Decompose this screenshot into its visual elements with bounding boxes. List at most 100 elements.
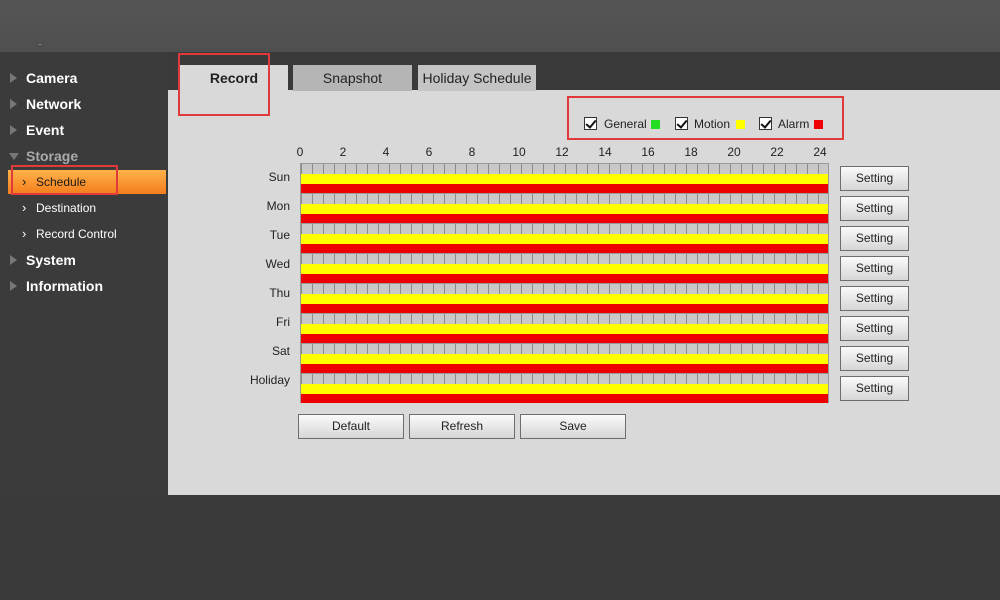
general-time-grid[interactable] [301,374,828,384]
tab-holiday-schedule[interactable]: Holiday Schedule [418,65,536,91]
day-label-fri: Fri [276,315,290,329]
schedule-row-tue[interactable] [300,223,829,253]
alarm-time-bar[interactable] [301,304,828,313]
motion-time-bar[interactable] [301,384,828,394]
hour-tick-label: 2 [339,145,347,159]
expand-arrow-icon [10,99,17,109]
motion-time-bar[interactable] [301,324,828,334]
hour-tick-label: 4 [382,145,390,159]
general-checkbox[interactable] [584,117,597,130]
schedule-row-holiday[interactable] [300,373,829,403]
sidebar-item-label: Information [26,278,103,294]
sidebar-item-storage[interactable]: Storage [0,144,166,168]
sidebar-item-system[interactable]: System [0,248,166,272]
schedule-row-sun[interactable] [300,163,829,193]
sidebar-subitem-destination[interactable]: › Destination [8,196,166,220]
setting-button-fri[interactable]: Setting [840,316,909,341]
alarm-time-bar[interactable] [301,184,828,193]
expand-arrow-icon [10,73,17,83]
refresh-button[interactable]: Refresh [409,414,515,439]
setting-button-tue[interactable]: Setting [840,226,909,251]
sidebar-item-information[interactable]: Information [0,274,166,298]
hour-tick-label: 20 [727,145,741,159]
alarm-time-bar[interactable] [301,364,828,373]
general-color-swatch [651,120,660,129]
sidebar-subitem-schedule[interactable]: › Schedule [8,170,166,194]
tab-snapshot[interactable]: Snapshot [293,65,412,91]
setting-button-sun[interactable]: Setting [840,166,909,191]
motion-time-bar[interactable] [301,294,828,304]
alarm-time-bar[interactable] [301,244,828,253]
hour-scale: 0 2 4 6 8 10 12 14 16 18 20 22 24 [290,145,850,159]
alarm-time-bar[interactable] [301,274,828,283]
expand-arrow-icon [10,281,17,291]
motion-time-bar[interactable] [301,354,828,364]
hour-tick-label: 12 [555,145,569,159]
motion-time-bar[interactable] [301,204,828,214]
motion-time-bar[interactable] [301,264,828,274]
alarm-time-bar[interactable] [301,394,828,403]
alarm-color-swatch [814,120,823,129]
hour-tick-label: 18 [684,145,698,159]
setting-button-wed[interactable]: Setting [840,256,909,281]
hour-tick-label: 14 [598,145,612,159]
hour-tick-label: 6 [425,145,433,159]
day-label-sat: Sat [271,344,290,358]
sidebar-item-camera[interactable]: Camera [0,66,166,90]
alarm-time-bar[interactable] [301,214,828,223]
hour-tick-label: 22 [770,145,784,159]
sidebar-item-label: System [26,252,76,268]
top-header-bar [0,0,1000,52]
schedule-row-mon[interactable] [300,193,829,223]
day-label-sun: Sun [268,170,290,184]
schedule-row-wed[interactable] [300,253,829,283]
schedule-row-fri[interactable] [300,313,829,343]
footer-area [0,495,1000,600]
hour-tick-label: 10 [512,145,526,159]
default-button[interactable]: Default [298,414,404,439]
general-time-grid[interactable] [301,314,828,324]
sidebar-subitem-record-control[interactable]: › Record Control [8,222,166,246]
save-button[interactable]: Save [520,414,626,439]
alarm-checkbox[interactable] [759,117,772,130]
day-label-tue: Tue [269,228,290,242]
sidebar-item-label: Event [26,122,65,138]
setting-button-mon[interactable]: Setting [840,196,909,221]
day-label-mon: Mon [266,199,290,213]
general-time-grid[interactable] [301,344,828,354]
alarm-time-bar[interactable] [301,334,828,343]
motion-time-bar[interactable] [301,174,828,184]
motion-label: Motion [694,117,731,131]
motion-time-bar[interactable] [301,234,828,244]
setting-button-thu[interactable]: Setting [840,286,909,311]
schedule-row-sat[interactable] [300,343,829,373]
general-time-grid[interactable] [301,224,828,234]
setting-button-sat[interactable]: Setting [840,346,909,371]
sidebar-item-network[interactable]: Network [0,92,166,116]
general-time-grid[interactable] [301,284,828,294]
alarm-label: Alarm [778,117,810,131]
day-label-holiday: Holiday [249,373,290,387]
sidebar-subitem-label: Record Control [36,227,117,241]
motion-checkbox[interactable] [675,117,688,130]
sidebar-item-label: Storage [26,148,79,164]
sidebar-item-event[interactable]: Event [0,118,166,142]
sidebar-subitem-label: Schedule [36,175,87,189]
setting-button-holiday[interactable]: Setting [840,376,909,401]
chevron-right-icon: › [22,200,27,215]
general-time-grid[interactable] [301,164,828,174]
tab-label: Record [209,70,259,86]
hour-tick-label: 0 [296,145,304,159]
day-label-thu: Thu [269,286,290,300]
sidebar-subitem-label: Destination [36,201,97,215]
general-time-grid[interactable] [301,254,828,264]
tab-label: Snapshot [322,70,383,86]
hour-tick-label: 8 [468,145,476,159]
sidebar-item-label: Network [26,96,82,112]
general-label: General [604,117,647,131]
schedule-row-thu[interactable] [300,283,829,313]
chevron-right-icon: › [22,226,27,241]
general-time-grid[interactable] [301,194,828,204]
tab-label: Holiday Schedule [422,70,532,86]
tab-record[interactable]: Record [180,65,288,91]
